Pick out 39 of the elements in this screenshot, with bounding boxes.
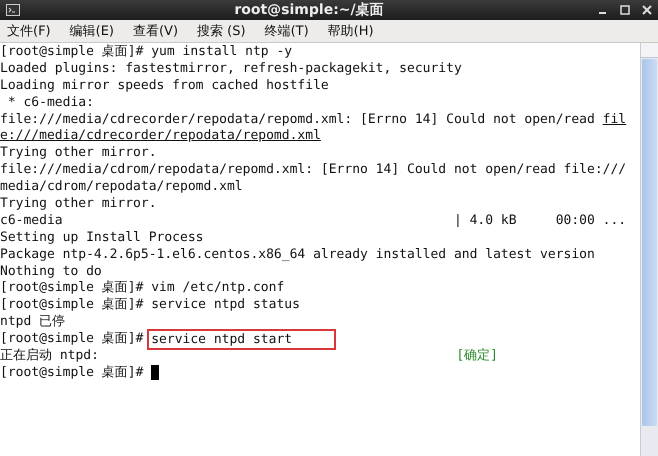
output-text: media/cdrom/repodata/repomd.xml bbox=[0, 179, 243, 196]
output-text: 正在启动 ntpd: bbox=[0, 348, 99, 365]
shell-prompt: [root@simple 桌面]# bbox=[0, 331, 144, 348]
output-text: Setting up Install Process bbox=[0, 230, 204, 247]
output-text: file:///media/cdrecorder/repodata/repomd.xml: [Errno 14] Could not open/read bbox=[0, 112, 596, 128]
shell-prompt: [root@simple 桌面]# bbox=[0, 364, 144, 382]
shell-prompt: [root@simple 桌面]# bbox=[0, 44, 144, 61]
close-icon[interactable] bbox=[642, 5, 652, 15]
terminal-icon bbox=[6, 4, 20, 16]
status-ok: [确定] bbox=[456, 348, 498, 365]
shell-prompt: [root@simple 桌面]# bbox=[0, 297, 144, 314]
output-text: Trying other mirror. bbox=[0, 196, 157, 213]
menu-item[interactable]: 搜索 (S) bbox=[196, 22, 247, 40]
output-text: * c6-media: bbox=[6, 94, 94, 112]
menu-item[interactable]: 文件(F) bbox=[6, 22, 52, 40]
scrollbar[interactable] bbox=[640, 43, 658, 456]
shell-command: yum install ntp -y bbox=[151, 44, 292, 61]
output-text: c6-media | 4.0 kB 00:00 ... bbox=[0, 212, 626, 230]
shell-prompt: [root@simple 桌面]# bbox=[0, 280, 144, 297]
shell-command: service ntpd status bbox=[151, 297, 300, 314]
output-text: Trying other mirror. bbox=[0, 145, 157, 162]
output-text: Package ntp-4.2.6p5-1.el6.centos.x86_64 already installed and latest version bbox=[0, 246, 595, 264]
menu-item[interactable]: 帮助(H) bbox=[326, 22, 375, 40]
window-title: root@simple:~/桌面 bbox=[233, 1, 385, 19]
output-text: Loading mirror speeds from cached hostfile bbox=[0, 78, 329, 95]
file-link[interactable]: e:///media/cdrecorder/repodata/repomd.xml bbox=[0, 128, 321, 146]
maximize-icon[interactable] bbox=[620, 5, 630, 15]
output-text: Nothing to do bbox=[0, 264, 102, 280]
file-link[interactable]: fil bbox=[602, 112, 626, 128]
output-text: Loaded plugins: fastestmirror, refresh-packagekit, security bbox=[0, 60, 462, 78]
shell-command: vim /etc/ntp.conf bbox=[151, 280, 284, 298]
text-cursor bbox=[151, 364, 160, 380]
menu-item[interactable]: 编辑(E) bbox=[68, 22, 115, 40]
menu-item[interactable]: 查看(V) bbox=[132, 22, 180, 40]
scroll-thumb[interactable] bbox=[642, 59, 657, 426]
menu-item[interactable]: 终端(T) bbox=[264, 22, 310, 40]
output-text: ntpd 已停 bbox=[0, 314, 66, 332]
output-text: file:///media/cdrom/repodata/repomd.xml: [Errno 14] Could not open/read file:/// bbox=[0, 162, 626, 180]
highlighted-command: service ntpd start bbox=[149, 331, 334, 348]
